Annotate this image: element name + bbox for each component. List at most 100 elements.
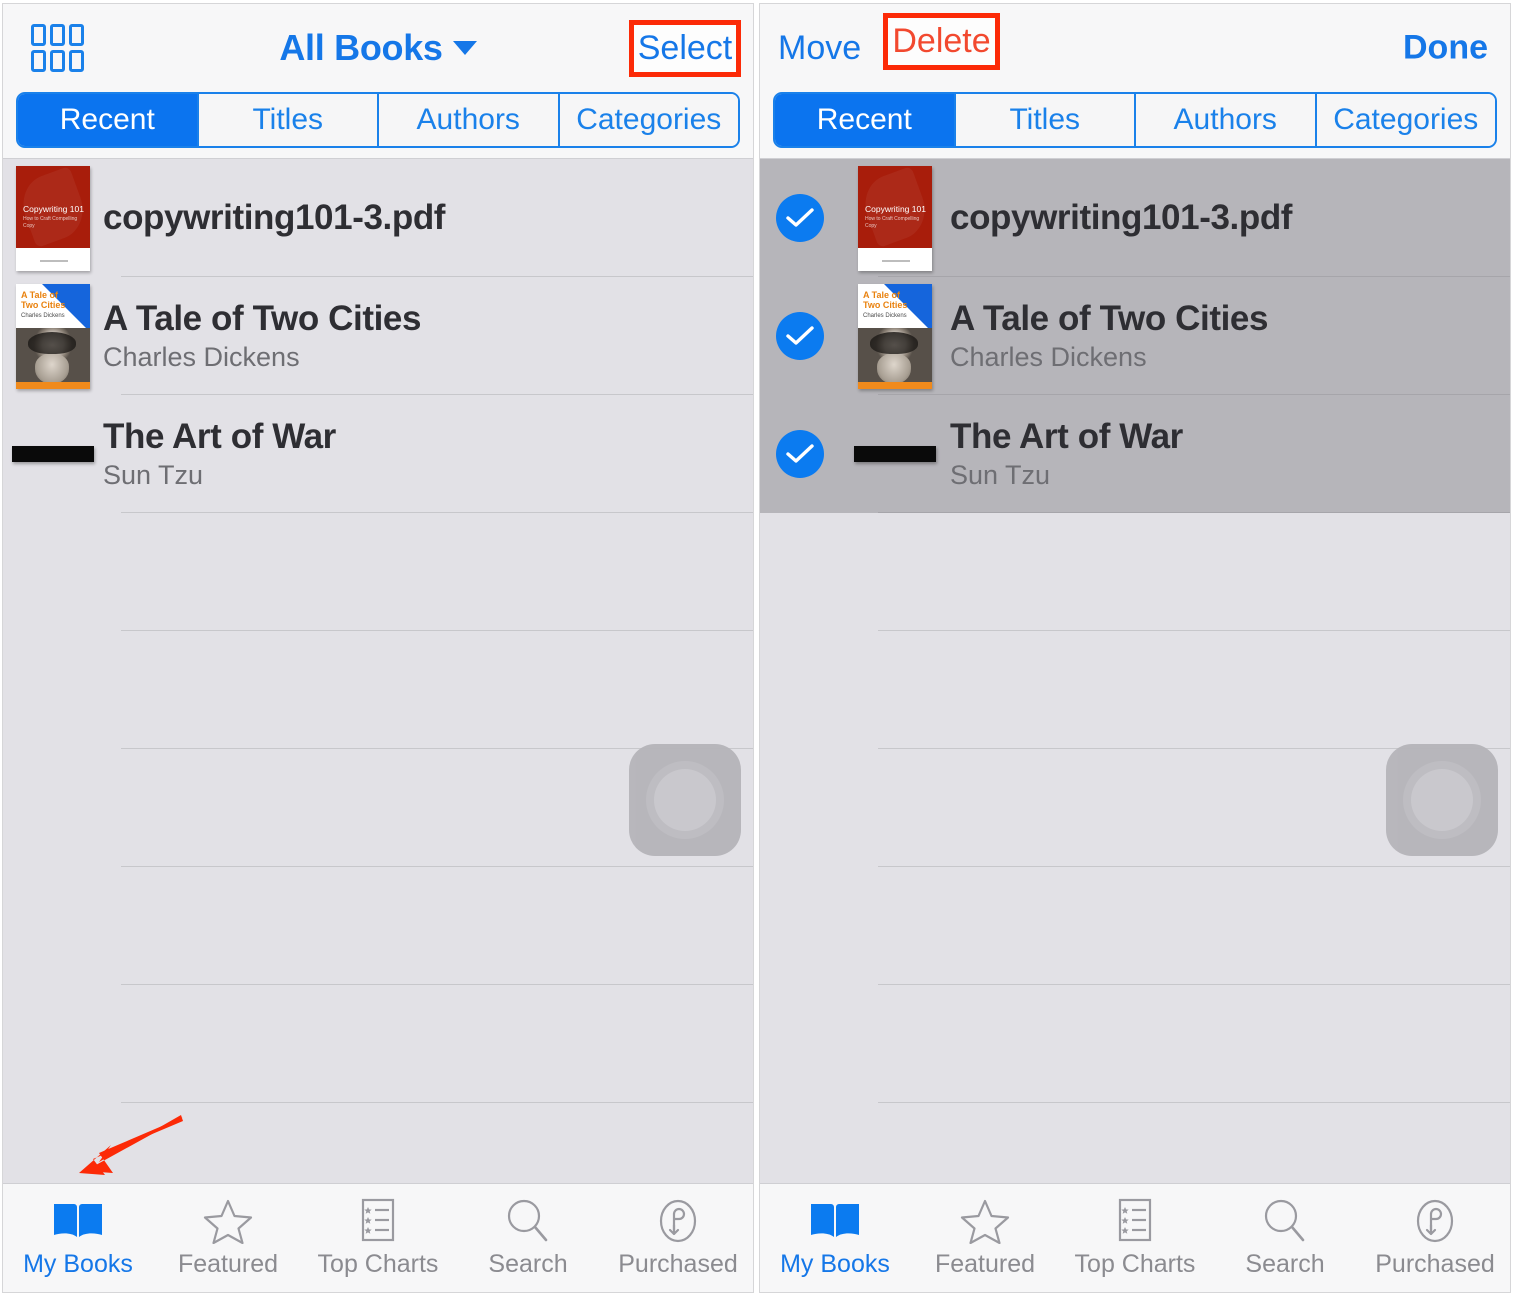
tab-featured[interactable]: Featured [910,1198,1060,1279]
row-checkbox[interactable] [760,194,840,242]
table-row[interactable]: A Tale of Two Cities Charles Dickens A Ta… [3,277,753,395]
cover-title-line2: Two Cities [863,299,908,310]
row-checkbox[interactable] [760,430,840,478]
table-row[interactable]: The Art of War Sun Tzu [3,395,753,513]
book-author: Sun Tzu [103,460,204,491]
book-meta: A Tale of Two Cities Charles Dickens [103,299,753,374]
checkmark-icon [776,194,824,242]
left-segmented-control-wrap: Recent Titles Authors Categories [3,92,753,158]
book-meta: The Art of War Sun Tzu [103,417,753,492]
segment-categories[interactable]: Categories [557,94,738,146]
book-cover-slot: A Tale of Two Cities Charles Dickens [3,277,103,395]
segment-recent[interactable]: Recent [18,94,197,146]
purchased-download-icon [1413,1198,1457,1244]
assistive-touch-button[interactable] [1386,744,1498,856]
table-row[interactable]: The Art of War Sun Tzu [760,395,1510,513]
book-meta: copywriting101-3.pdf [950,198,1510,239]
book-cover-tale-icon: A Tale of Two Cities Charles Dickens [16,283,90,389]
page-title-text: All Books [279,27,443,68]
segment-titles[interactable]: Titles [196,94,377,146]
book-cover-tale-icon: A Tale of Two Cities Charles Dickens [858,283,932,389]
right-navigation-bar: Move Delete Done [760,4,1510,92]
right-segmented-control: Recent Titles Authors Categories [773,92,1497,148]
empty-row [760,513,1510,631]
move-button[interactable]: Move [778,29,861,68]
segment-authors[interactable]: Authors [1134,94,1315,146]
done-button[interactable]: Done [1403,29,1488,68]
right-screen: Move Delete Done Recent Titles Authors C… [759,3,1511,1293]
table-row[interactable]: Copywriting 101 How to Craft Compelling … [760,159,1510,277]
right-book-list[interactable]: Copywriting 101 How to Craft Compelling … [760,158,1510,1183]
right-tab-bar: My Books Featured Top Charts Search Purc… [760,1183,1510,1292]
select-button[interactable]: Select [638,29,733,68]
chart-list-icon [1112,1198,1158,1244]
book-author: Charles Dickens [103,342,300,373]
tab-my-books[interactable]: My Books [3,1198,153,1279]
tab-featured[interactable]: Featured [153,1198,303,1279]
book-cover-slot [3,395,103,513]
purchased-download-icon [656,1198,700,1244]
segment-titles[interactable]: Titles [953,94,1134,146]
book-cover-slot: Copywriting 101 How to Craft Compelling … [840,159,950,277]
book-meta: The Art of War Sun Tzu [950,417,1510,492]
tab-label: Top Charts [1074,1249,1196,1278]
tab-purchased[interactable]: Purchased [603,1198,753,1279]
book-title: The Art of War [950,416,1183,456]
open-book-icon [50,1198,106,1244]
dual-screenshot-container: All Books Select Recent Titles Authors C… [0,0,1517,1296]
checkmark-icon [776,430,824,478]
segment-categories[interactable]: Categories [1314,94,1495,146]
tab-label: Featured [934,1249,1036,1278]
open-book-icon [807,1198,863,1244]
grid-view-icon[interactable] [31,24,84,72]
left-segmented-control: Recent Titles Authors Categories [16,92,740,148]
cover-title-line1: Copywriting 101 [865,203,926,214]
right-segmented-control-wrap: Recent Titles Authors Categories [760,92,1510,158]
empty-row [3,985,753,1103]
empty-row [760,631,1510,749]
book-cover-slot [840,395,950,513]
row-checkbox[interactable] [760,312,840,360]
book-title: copywriting101-3.pdf [950,197,1293,237]
tab-top-charts[interactable]: Top Charts [303,1198,453,1279]
book-cover-thin-icon [12,446,94,462]
book-cover-slot: A Tale of Two Cities Charles Dickens [840,277,950,395]
tab-search[interactable]: Search [1210,1198,1360,1279]
tab-my-books[interactable]: My Books [760,1198,910,1279]
chart-list-icon [355,1198,401,1244]
cover-title-line2: Two Cities [21,299,66,310]
tab-search[interactable]: Search [453,1198,603,1279]
star-icon [203,1198,253,1244]
star-icon [960,1198,1010,1244]
tab-top-charts[interactable]: Top Charts [1060,1198,1210,1279]
tab-label: Search [1245,1249,1325,1278]
left-book-list[interactable]: Copywriting 101 How to Craft Compelling … [3,158,753,1183]
left-navigation-bar: All Books Select [3,4,753,92]
book-cover-copywriting-icon: Copywriting 101 How to Craft Compelling … [16,165,90,271]
cover-title-line2: How to Craft Compelling Copy [865,215,920,229]
delete-button[interactable]: Delete [892,22,990,61]
book-author: Charles Dickens [950,342,1147,373]
book-title: A Tale of Two Cities [950,298,1269,338]
segment-authors[interactable]: Authors [377,94,558,146]
left-tab-bar: My Books Featured Top Charts Search Purc… [3,1183,753,1292]
tab-label: My Books [23,1249,133,1278]
chevron-down-icon [452,41,477,55]
table-row[interactable]: A Tale of Two Cities Charles Dickens A Ta… [760,277,1510,395]
tab-label: My Books [780,1249,890,1278]
empty-row [760,985,1510,1103]
cover-title-line1: Copywriting 101 [23,203,84,214]
cover-author: Charles Dickens [863,312,907,319]
delete-highlight-box: Delete [883,13,1000,70]
book-title: A Tale of Two Cities [103,298,422,338]
empty-row [3,513,753,631]
assistive-touch-button[interactable] [629,744,741,856]
book-author: Sun Tzu [950,460,1051,491]
book-cover-slot: Copywriting 101 How to Craft Compelling … [3,159,103,277]
tab-purchased[interactable]: Purchased [1360,1198,1510,1279]
table-row[interactable]: Copywriting 101 How to Craft Compelling … [3,159,753,277]
segment-recent[interactable]: Recent [775,94,954,146]
book-title: copywriting101-3.pdf [103,197,446,237]
book-cover-thin-icon [854,446,936,462]
tab-label: Search [488,1249,568,1278]
